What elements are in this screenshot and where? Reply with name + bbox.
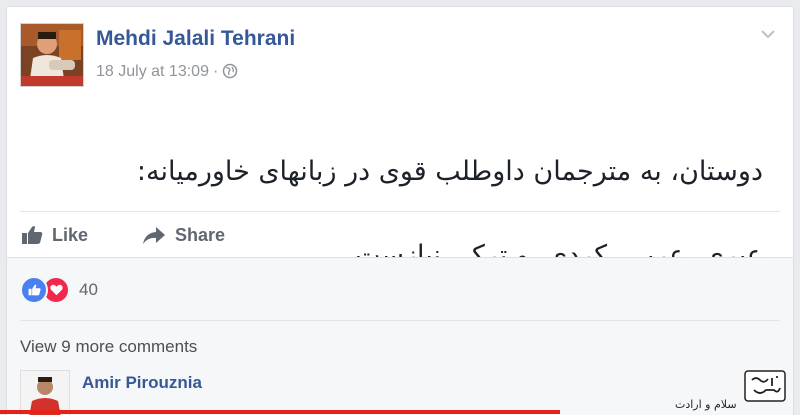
author-avatar[interactable] (20, 23, 84, 87)
post-meta: 18 July at 13:09 · (96, 63, 238, 84)
chevron-down-icon[interactable] (759, 27, 777, 41)
author-avatar-image (21, 24, 83, 86)
post-timestamp[interactable]: 18 July at 13:09 (96, 63, 209, 80)
commenter-name[interactable]: Amir Pirouznia (82, 373, 202, 393)
video-progress-bar[interactable] (0, 410, 560, 414)
share-arrow-icon (143, 227, 165, 244)
globe-icon[interactable] (222, 63, 238, 84)
comments-divider (20, 320, 780, 321)
watermark-caption: سلام و ارادت (675, 398, 737, 411)
watermark-logo (744, 370, 786, 402)
post-text-line-1: دوستان، به مترجمان داوطلب قوی در زبانهای… (136, 156, 763, 187)
like-label: Like (52, 224, 89, 245)
view-more-comments-link[interactable]: View 9 more comments (20, 337, 197, 357)
reaction-count: 40 (79, 280, 98, 299)
reactions-summary[interactable]: 40 (20, 276, 98, 304)
share-label: Share (175, 224, 226, 245)
comments-section: 40 View 9 more comments Amir Pirouznia (7, 257, 793, 415)
like-button[interactable]: Like (21, 223, 88, 247)
facebook-post: Mehdi Jalali Tehrani 18 July at 13:09 · د… (6, 6, 794, 415)
author-name[interactable]: Mehdi Jalali Tehrani (96, 27, 295, 51)
commenter-avatar-image (21, 371, 69, 415)
meta-separator: · (212, 63, 219, 80)
like-reaction-icon (20, 276, 48, 304)
share-button[interactable]: Share (142, 223, 225, 247)
actions-top-divider (20, 211, 780, 212)
thumbs-up-icon (22, 226, 43, 244)
commenter-avatar[interactable] (20, 370, 70, 415)
